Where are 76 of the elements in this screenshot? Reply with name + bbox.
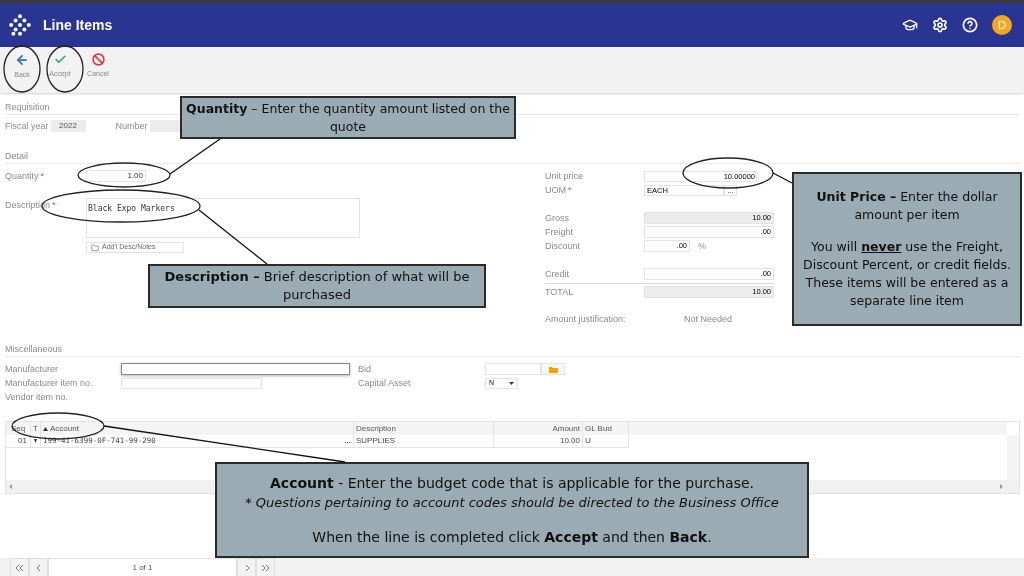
help-icon[interactable] <box>962 17 978 33</box>
field-label: Discount <box>545 240 581 252</box>
manufacturer-field[interactable] <box>121 363 350 375</box>
field-label: Manufacturer item no. <box>5 377 94 389</box>
description-field[interactable]: Black Expo Markers <box>86 198 360 238</box>
field-label: UOM * <box>545 184 573 196</box>
folder-icon <box>548 365 558 373</box>
vertical-scrollbar[interactable] <box>1007 435 1019 480</box>
highlight-ellipse <box>46 45 84 93</box>
chevron-right-icon <box>244 565 249 571</box>
field-label: Vendor item no. <box>5 391 69 403</box>
callout-text: Description – Brief description of what will be purchased <box>163 268 471 304</box>
caret-down-icon <box>34 439 37 443</box>
percent-sign: % <box>698 240 706 252</box>
table-cell: SUPPLIES <box>354 435 494 447</box>
caret-down-icon <box>509 381 514 385</box>
quantity-field[interactable]: 1.00 <box>86 170 146 182</box>
justification-value: Not Needed <box>684 313 733 325</box>
folder-icon <box>91 243 99 252</box>
page-title: Line Items <box>43 15 113 35</box>
column-header[interactable]: T <box>31 422 41 435</box>
check-icon <box>53 53 67 66</box>
manufacturer-item-field[interactable] <box>121 377 262 389</box>
field-label: TOTAL <box>545 285 575 298</box>
page-indicator: 1 of 1 <box>48 558 237 576</box>
section-heading: Detail <box>5 150 28 162</box>
required-mark: * <box>52 200 56 210</box>
scroll-right-icon <box>1000 484 1003 489</box>
column-header[interactable]: GL Bud <box>583 422 629 435</box>
fiscal-year-field: 2022 <box>50 120 86 132</box>
bid-field[interactable] <box>485 363 541 375</box>
section-heading: Miscellaneous <box>5 343 63 355</box>
chevron-left-icon <box>36 565 41 571</box>
table-cell: 10.00 <box>494 435 583 447</box>
callout-text: Unit Price – Enter the dollar amount per item <box>815 188 999 224</box>
callout-text: Account - Enter the budget code that is applicable for the purchase. <box>269 474 755 493</box>
leader-line <box>772 172 793 184</box>
double-chevron-right-icon <box>262 565 269 571</box>
lookup-button[interactable]: ... <box>344 437 351 445</box>
sort-up-icon <box>43 426 48 431</box>
leader-line <box>169 138 221 175</box>
settings-icon[interactable] <box>932 17 948 33</box>
field-label: Unit price <box>545 170 584 182</box>
scroll-left-icon <box>9 484 12 489</box>
column-header[interactable]: Account <box>41 422 354 435</box>
field-label: Manufacturer <box>5 363 60 375</box>
table-cell: U <box>583 435 629 447</box>
field-label: Quantity * <box>5 170 46 182</box>
leader-line <box>198 209 268 265</box>
callout-note: * Questions pertaining to account codes should be directed to the Business Office <box>244 494 780 512</box>
callout-text: Quantity – Enter the quantity amount listed on the quote <box>186 99 510 136</box>
callout-text: You will never use the Freight, Discount Percent, or credit fields. These items will be entered as a separate line item <box>802 238 1012 310</box>
first-page-button[interactable] <box>10 558 29 576</box>
graduation-cap-icon[interactable] <box>902 17 918 33</box>
double-chevron-left-icon <box>16 565 23 571</box>
field-label: Amount justification: <box>545 313 627 325</box>
callout-text: When the line is completed click Accept and then Back. <box>311 528 713 547</box>
horizontal-scrollbar[interactable] <box>6 480 214 493</box>
column-header[interactable]: Description <box>354 422 494 435</box>
cancel-icon <box>91 53 105 66</box>
field-label: Fiscal year <box>5 120 49 132</box>
logo-icon <box>9 14 31 36</box>
field-label: Capital Asset <box>358 377 412 389</box>
column-header[interactable]: Amount <box>494 422 583 435</box>
field-label: Number <box>115 120 148 132</box>
field-label: Credit <box>545 268 570 280</box>
field-label: Gross <box>545 212 570 224</box>
folder-button[interactable] <box>541 363 565 375</box>
scrollbar-track[interactable] <box>810 480 1019 493</box>
required-mark: * <box>40 171 45 181</box>
highlight-ellipse <box>3 45 41 93</box>
field-label: Freight <box>545 226 574 238</box>
section-heading: Requisition <box>5 101 50 113</box>
required-mark: * <box>568 185 572 195</box>
field-label: Bid <box>358 363 372 375</box>
table-cell: 01 <box>6 435 31 447</box>
